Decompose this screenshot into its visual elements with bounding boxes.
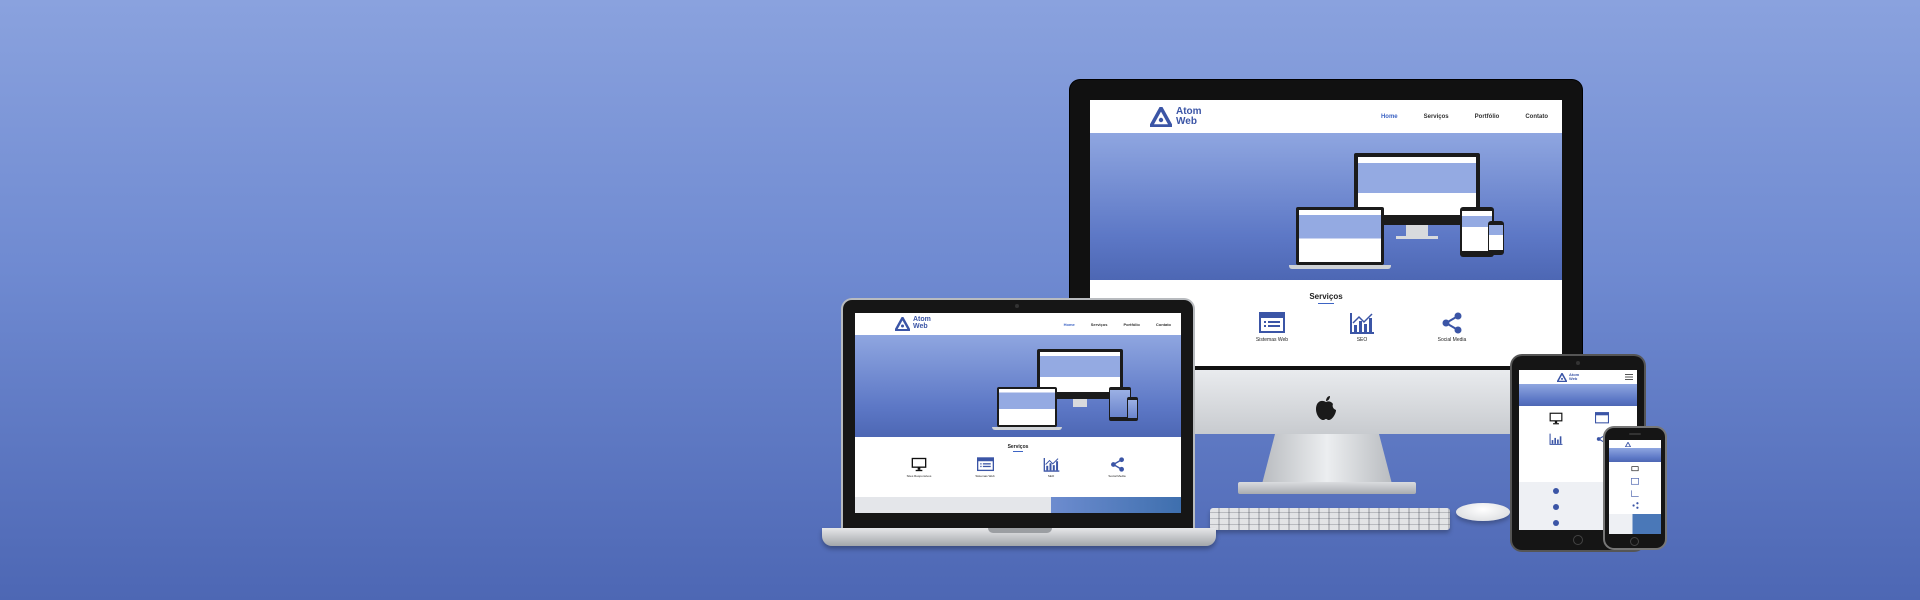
site-navbar: Atom Web [1519, 370, 1637, 384]
services-title-rule [1318, 303, 1334, 304]
site-logo[interactable]: Atom Web [1150, 106, 1202, 127]
chart-icon [1350, 313, 1374, 334]
menu-item-servicos[interactable]: Serviços [1091, 322, 1108, 327]
monitor-icon [1631, 466, 1639, 472]
imac-stand-foot [1238, 482, 1416, 494]
mouse [1456, 503, 1510, 521]
browser-window-icon [1595, 412, 1609, 424]
service-sites-responsivos[interactable]: Sites Responsivos [899, 457, 939, 478]
laptop-screen: Atom Web Home Serviços Portfólio Contato… [855, 313, 1181, 513]
site-menu: Home Serviços Portfólio Contato [1381, 114, 1548, 120]
hero-phone-mockup [1488, 221, 1504, 255]
service-sistemas-web[interactable] [1579, 412, 1625, 425]
keyboard [1210, 508, 1450, 530]
apple-logo-icon [1316, 396, 1336, 420]
hero-phone-mockup [1127, 397, 1138, 421]
hero-laptop-mockup [997, 387, 1057, 427]
site-navbar: Atom Web Home Serviços Portfólio Contato [1090, 100, 1562, 133]
service-seo[interactable]: SEO [1332, 312, 1392, 343]
menu-item-contato[interactable]: Contato [1525, 114, 1548, 120]
hero-banner [855, 335, 1181, 437]
service-label: Social Media [1108, 474, 1126, 478]
chart-icon [1043, 457, 1059, 472]
imac-stand-neck [1262, 434, 1392, 484]
laptop-camera [1015, 304, 1019, 308]
monitor-icon [911, 457, 927, 472]
atom-logo-icon [895, 317, 910, 331]
site-logo[interactable]: Atom Web [1557, 372, 1579, 382]
phone [1605, 428, 1665, 548]
atom-logo-icon [1625, 441, 1631, 447]
service-sistemas-web[interactable]: Sistemas Web [1242, 312, 1302, 343]
hero-banner [1090, 133, 1562, 280]
hero-banner [1609, 448, 1661, 462]
menu-item-portfolio[interactable]: Portfólio [1475, 114, 1500, 120]
service-seo[interactable] [1533, 433, 1579, 445]
tablet-home-button[interactable] [1573, 535, 1583, 545]
services-section: Serviços Sites Responsivos Sistemas Web [855, 437, 1181, 497]
phone-footer-image [1609, 514, 1661, 534]
brand-line-2: Web [1176, 115, 1197, 127]
menu-item-contato[interactable]: Contato [1156, 322, 1171, 327]
phone-home-button[interactable] [1630, 537, 1639, 546]
hero-banner [1519, 384, 1637, 406]
menu-item-home[interactable]: Home [1064, 322, 1075, 327]
service-label: SEO [1356, 337, 1368, 343]
service-sistemas-web[interactable]: Sistemas Web [965, 457, 1005, 478]
chart-icon [1549, 433, 1563, 445]
tablet-camera [1576, 361, 1580, 365]
menu-item-servicos[interactable]: Serviços [1424, 114, 1449, 120]
menu-item-portfolio[interactable]: Portfólio [1123, 322, 1139, 327]
share-icon [1442, 312, 1462, 334]
browser-window-icon [976, 457, 994, 472]
service-label: Sistemas Web [1255, 337, 1289, 343]
site-menu: Home Serviços Portfólio Contato [1064, 322, 1171, 327]
hamburger-menu-icon[interactable] [1625, 374, 1633, 380]
site-navbar [1609, 440, 1661, 448]
services-title: Serviços [1007, 444, 1029, 450]
services-section [1609, 462, 1661, 514]
atom-logo-icon [1557, 372, 1567, 382]
site-logo[interactable]: Atom Web [895, 317, 931, 331]
site-navbar: Atom Web Home Serviços Portfólio Contato [855, 313, 1181, 335]
atom-logo-icon [1150, 106, 1172, 127]
laptop-notch [988, 528, 1052, 533]
hero-laptop-mockup [1296, 207, 1384, 265]
service-sites-responsivos[interactable] [1533, 412, 1579, 425]
menu-item-home[interactable]: Home [1381, 114, 1398, 120]
phone-speaker [1629, 433, 1641, 435]
share-icon [1110, 457, 1124, 472]
phone-screen [1609, 440, 1661, 534]
browser-window-icon [1631, 478, 1639, 485]
footer-strip [855, 497, 1181, 513]
brand-line-2: Web [913, 323, 928, 330]
service-social-media[interactable]: Social Media [1097, 457, 1137, 478]
chart-icon [1631, 490, 1639, 497]
monitor-icon [1549, 412, 1563, 425]
service-seo[interactable]: SEO [1031, 457, 1071, 478]
service-label: SEO [1047, 474, 1055, 478]
services-title-rule [1013, 451, 1023, 452]
browser-window-icon [1259, 312, 1285, 333]
service-label: Social Media [1437, 337, 1467, 343]
service-social-media[interactable]: Social Media [1422, 312, 1482, 343]
service-label: Sites Responsivos [906, 474, 932, 478]
brand-line-2: Web [1569, 376, 1578, 381]
service-label: Sistemas Web [975, 474, 995, 478]
share-icon [1632, 502, 1639, 509]
